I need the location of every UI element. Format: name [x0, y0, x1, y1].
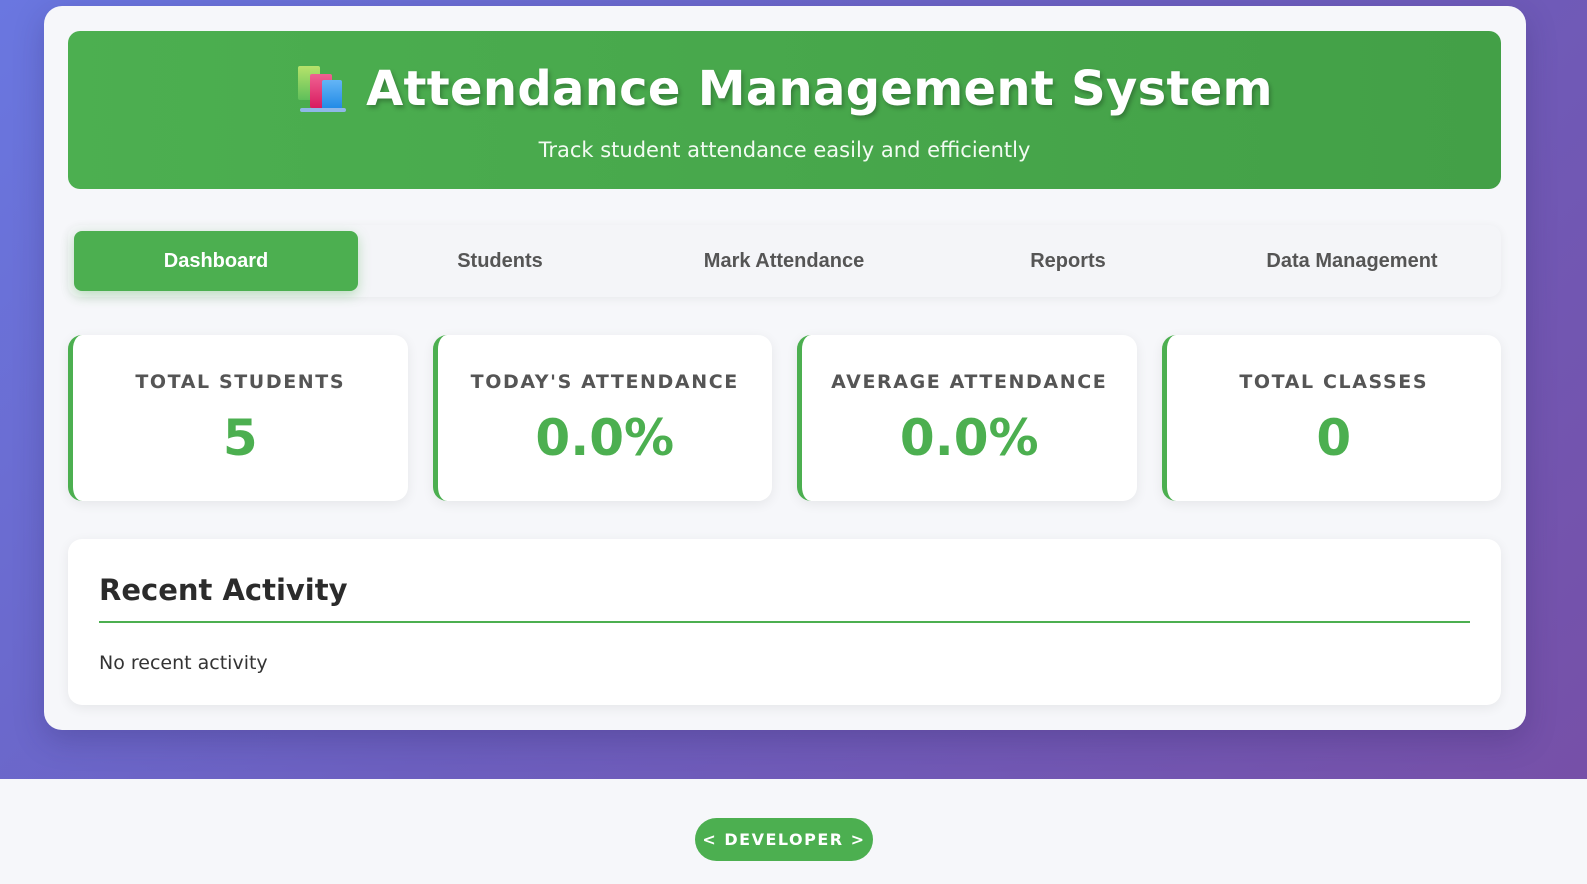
stat-card-total-students: TOTAL STUDENTS 5: [68, 335, 408, 501]
recent-activity-empty-text: No recent activity: [99, 652, 268, 674]
app-header: Attendance Management System Track stude…: [68, 31, 1501, 189]
developer-button[interactable]: < DEVELOPER >: [695, 818, 873, 861]
main-container: Attendance Management System Track stude…: [44, 6, 1526, 730]
stat-card-todays-attendance: TODAY'S ATTENDANCE 0.0%: [432, 335, 772, 501]
stat-value: 0.0%: [899, 409, 1039, 467]
divider: [99, 621, 1470, 623]
stat-value: 0.0%: [535, 409, 675, 467]
stat-label: TODAY'S ATTENDANCE: [470, 371, 739, 393]
stat-value: 0: [1316, 409, 1352, 467]
tab-students[interactable]: Students: [358, 231, 642, 291]
page-title: Attendance Management System: [366, 61, 1273, 117]
stat-label: TOTAL STUDENTS: [135, 371, 346, 393]
recent-activity-title: Recent Activity: [99, 573, 348, 607]
tab-dashboard[interactable]: Dashboard: [74, 231, 358, 291]
tab-mark-attendance[interactable]: Mark Attendance: [642, 231, 926, 291]
recent-activity-panel: Recent Activity No recent activity: [68, 539, 1501, 705]
stat-card-average-attendance: AVERAGE ATTENDANCE 0.0%: [797, 335, 1137, 501]
tab-reports[interactable]: Reports: [926, 231, 1210, 291]
nav-tabs: Dashboard Students Mark Attendance Repor…: [68, 225, 1501, 297]
page-subtitle: Track student attendance easily and effi…: [538, 138, 1031, 162]
stat-label: AVERAGE ATTENDANCE: [831, 371, 1108, 393]
stat-card-total-classes: TOTAL CLASSES 0: [1161, 335, 1501, 501]
stat-label: TOTAL CLASSES: [1239, 371, 1429, 393]
title-row: Attendance Management System: [68, 61, 1501, 117]
tab-data-management[interactable]: Data Management: [1210, 231, 1494, 291]
books-icon: [296, 64, 348, 114]
stats-grid: TOTAL STUDENTS 5 TODAY'S ATTENDANCE 0.0%…: [68, 335, 1501, 501]
stat-value: 5: [222, 409, 258, 467]
